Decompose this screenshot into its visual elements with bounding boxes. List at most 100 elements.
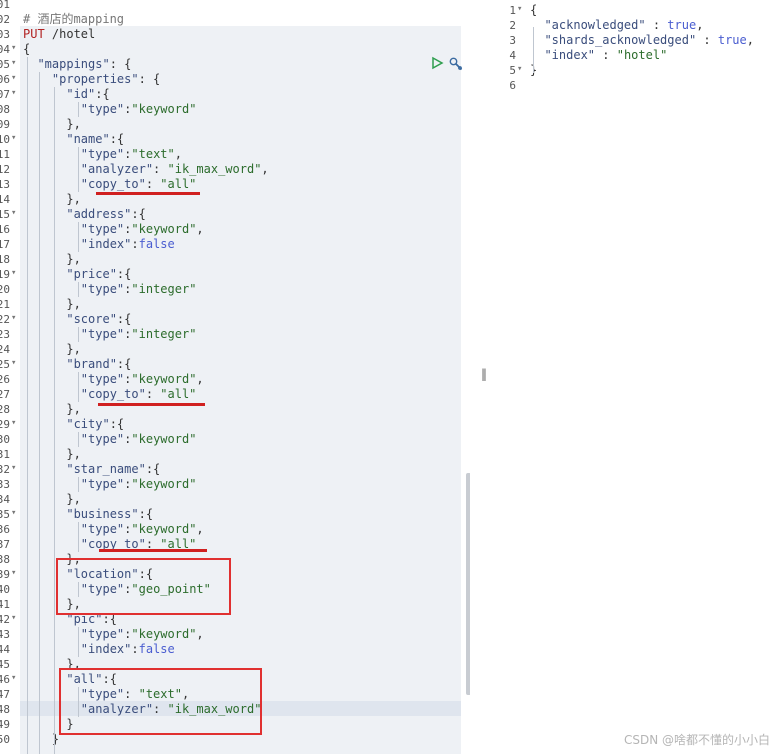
fold-arrow-icon[interactable]: ▾ — [11, 418, 16, 428]
code-token: }, — [23, 192, 81, 206]
fold-arrow-icon[interactable]: ▾ — [11, 208, 16, 218]
fold-arrow-icon[interactable]: ▾ — [11, 43, 16, 53]
code-token: "city" — [23, 417, 110, 431]
line-number: 27 — [0, 388, 10, 401]
line-number: 26 — [0, 373, 10, 386]
code-line[interactable]: "copy_to": "all" — [23, 387, 197, 402]
code-line[interactable]: "type":"keyword" — [23, 102, 197, 117]
line-number: 46 — [0, 673, 10, 686]
line-number: 5 — [509, 64, 516, 77]
code-token: }, — [23, 447, 81, 461]
fold-arrow-icon[interactable]: ▾ — [11, 463, 16, 473]
line-number: 47 — [0, 688, 10, 701]
code-token: : — [696, 33, 718, 47]
fold-arrow-icon[interactable]: ▾ — [11, 313, 16, 323]
code-line[interactable]: "mappings": { — [23, 57, 131, 72]
code-token: , — [746, 33, 754, 47]
code-line[interactable]: }, — [23, 192, 81, 207]
code-line[interactable]: "address":{ — [23, 207, 145, 222]
code-line[interactable]: }, — [23, 447, 81, 462]
fold-arrow-icon[interactable]: ▾ — [11, 673, 16, 683]
code-line[interactable]: }, — [23, 297, 80, 312]
code-line[interactable]: "index":false — [23, 642, 175, 657]
line-number: 43 — [0, 628, 10, 641]
line-number: 24 — [0, 343, 10, 356]
code-line[interactable]: "type":"keyword", — [23, 627, 204, 642]
code-line[interactable]: "type":"integer" — [23, 327, 197, 342]
code-token: "index" — [530, 48, 596, 62]
code-line[interactable]: "business":{ — [23, 507, 153, 522]
response-pane[interactable]: 1 ▾ 2 3 4 5 ▾ 6 { "acknowledged" : true, "shard… — [490, 0, 776, 754]
code-token: : — [645, 18, 668, 32]
code-token: "shards_acknowledged" — [530, 33, 697, 47]
code-token: true — [667, 18, 697, 32]
code-line[interactable]: # 酒店的mapping — [23, 12, 124, 27]
indent-guide — [78, 522, 79, 552]
code-token: "acknowledged" — [530, 18, 646, 32]
line-number: 18 — [0, 253, 10, 266]
line-number: 50 — [0, 733, 10, 746]
line-number: 34 — [0, 493, 10, 506]
line-number: 31 — [0, 448, 10, 461]
code-line[interactable]: }, — [23, 117, 80, 132]
code-line[interactable]: "analyzer": "ik_max_word", — [23, 162, 269, 177]
fold-arrow-icon[interactable]: ▾ — [11, 508, 16, 518]
line-number: 09 — [0, 118, 10, 131]
code-line[interactable]: "type":"integer" — [23, 282, 197, 297]
fold-arrow-icon[interactable]: ▾ — [11, 358, 16, 368]
code-line[interactable]: }, — [23, 342, 80, 357]
fold-arrow-icon[interactable]: ▾ — [517, 4, 522, 14]
response-line-number-gutter: 1 ▾ 2 3 4 5 ▾ 6 — [490, 0, 526, 754]
code-line[interactable]: }, — [23, 252, 80, 267]
code-line[interactable]: "type":"keyword", — [23, 522, 204, 537]
code-line[interactable]: PUT /hotel — [23, 27, 95, 42]
fold-arrow-icon[interactable]: ▾ — [11, 133, 16, 143]
code-line[interactable]: }, — [23, 492, 80, 507]
code-line[interactable]: "type":"keyword", — [23, 222, 204, 237]
fold-arrow-icon[interactable]: ▾ — [11, 73, 16, 83]
request-editor-pane[interactable]: 01 02 03 04 ▾ 05 ▾ 06 ▾ 07 ▾ 08 09 10 ▾ 11 12 13 14 15 ▾ 16 17… — [0, 0, 470, 754]
code-token: "keyword" — [131, 432, 197, 446]
indent-guide — [78, 222, 79, 252]
code-token: : — [145, 387, 161, 401]
code-line[interactable]: "index":false — [23, 237, 175, 252]
code-line[interactable]: { — [23, 42, 30, 57]
code-line[interactable]: "type":"keyword" — [23, 432, 197, 447]
fold-arrow-icon[interactable]: ▾ — [11, 613, 16, 623]
code-token: , — [261, 162, 269, 176]
fold-arrow-icon[interactable]: ▾ — [11, 568, 16, 578]
code-line[interactable]: "type":"text", — [23, 147, 182, 162]
pane-divider[interactable] — [470, 0, 490, 754]
line-number: 41 — [0, 598, 10, 611]
line-number: 30 — [0, 433, 10, 446]
play-triangle-icon[interactable] — [430, 56, 446, 72]
code-line[interactable]: }, — [23, 402, 80, 417]
code-line[interactable]: "copy_to": "all" — [23, 177, 197, 192]
line-number: 49 — [0, 718, 10, 731]
fold-arrow-icon[interactable]: ▾ — [11, 88, 16, 98]
line-number: 36 — [0, 523, 10, 536]
copy-to-underline — [96, 192, 200, 195]
code-line[interactable]: "acknowledged" : true, — [530, 18, 703, 33]
indent-guide — [78, 147, 79, 192]
code-line[interactable]: "index" : "hotel" — [530, 48, 667, 63]
fold-arrow-icon[interactable]: ▾ — [11, 268, 16, 278]
copy-to-underline — [99, 549, 207, 552]
code-line[interactable]: "properties": { — [23, 72, 160, 87]
fold-arrow-icon[interactable]: ▾ — [11, 58, 16, 68]
code-token: "ik_max_word" — [167, 162, 262, 176]
indent-guide — [78, 432, 79, 447]
code-line[interactable]: "shards_acknowledged" : true, — [530, 33, 754, 48]
code-line[interactable]: "type":"keyword" — [23, 477, 197, 492]
code-token: "text" — [131, 147, 175, 161]
line-number: 29 — [0, 418, 10, 431]
divider-grip-icon[interactable]: ‖ — [481, 367, 487, 381]
line-number: 33 — [0, 478, 10, 491]
wrench-icon[interactable] — [448, 56, 464, 72]
fold-arrow-icon[interactable]: ▾ — [517, 64, 522, 74]
code-line[interactable]: "star_name":{ — [23, 462, 160, 477]
code-line[interactable]: "type":"keyword", — [23, 372, 204, 387]
code-line[interactable]: "id":{ — [23, 87, 109, 102]
code-token: : — [131, 642, 139, 656]
code-line[interactable]: { — [530, 3, 537, 18]
